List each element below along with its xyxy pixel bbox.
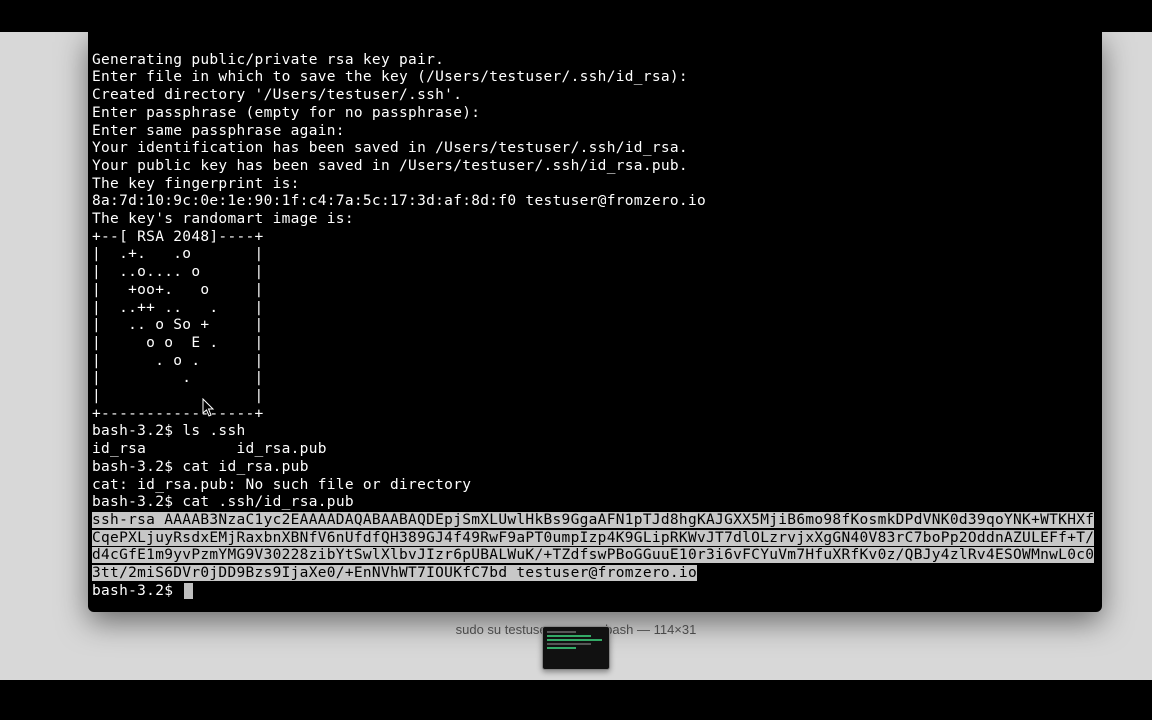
- terminal-window[interactable]: Generating public/private rsa key pair. …: [88, 32, 1102, 612]
- shell-prompt: bash-3.2$: [92, 423, 182, 439]
- terminal-line: Your public key has been saved in /Users…: [92, 158, 688, 174]
- shell-prompt: bash-3.2$: [92, 459, 182, 475]
- randomart-line: | .+. .o |: [92, 246, 264, 262]
- randomart-line: | .. o So + |: [92, 317, 264, 333]
- terminal-output[interactable]: Generating public/private rsa key pair. …: [88, 32, 1102, 612]
- letterbox-bottom: [0, 680, 1152, 720]
- terminal-line: Enter file in which to save the key (/Us…: [92, 69, 688, 85]
- terminal-line: Created directory '/Users/testuser/.ssh'…: [92, 87, 462, 103]
- shell-prompt: bash-3.2$: [92, 494, 182, 510]
- cursor-block: [184, 583, 193, 599]
- randomart-line: | o o E . |: [92, 335, 264, 351]
- desktop-area: Generating public/private rsa key pair. …: [0, 32, 1152, 680]
- randomart-line: +--[ RSA 2048]----+: [92, 229, 264, 245]
- letterbox-top: [0, 0, 1152, 32]
- shell-command: cat id_rsa.pub: [182, 459, 308, 475]
- randomart-line: +-----------------+: [92, 406, 264, 422]
- randomart-line: | . o . |: [92, 353, 264, 369]
- dock: [534, 622, 618, 674]
- randomart-line: | . |: [92, 370, 264, 386]
- terminal-line: The key fingerprint is:: [92, 176, 300, 192]
- shell-prompt: bash-3.2$: [92, 583, 182, 599]
- shell-command: ls .ssh: [182, 423, 245, 439]
- terminal-line: cat: id_rsa.pub: No such file or directo…: [92, 477, 471, 493]
- terminal-line: id_rsa id_rsa.pub: [92, 441, 327, 457]
- shell-command: cat .ssh/id_rsa.pub: [182, 494, 354, 510]
- randomart-line: | +oo+. o |: [92, 282, 264, 298]
- terminal-line: Enter passphrase (empty for no passphras…: [92, 105, 480, 121]
- ssh-public-key: ssh-rsa AAAAB3NzaC1yc2EAAAADAQABAABAQDEp…: [92, 512, 1094, 581]
- terminal-line: Enter same passphrase again:: [92, 123, 345, 139]
- terminal-line: Your identification has been saved in /U…: [92, 140, 688, 156]
- randomart-line: | ..o.... o |: [92, 264, 264, 280]
- randomart-line: | ..++ .. . |: [92, 300, 264, 316]
- terminal-line: The key's randomart image is:: [92, 211, 354, 227]
- randomart-line: | |: [92, 388, 264, 404]
- terminal-line: Generating public/private rsa key pair.: [92, 52, 444, 68]
- dock-item-terminal[interactable]: [542, 626, 610, 670]
- terminal-line: 8a:7d:10:9c:0e:1e:90:1f:c4:7a:5c:17:3d:a…: [92, 193, 706, 209]
